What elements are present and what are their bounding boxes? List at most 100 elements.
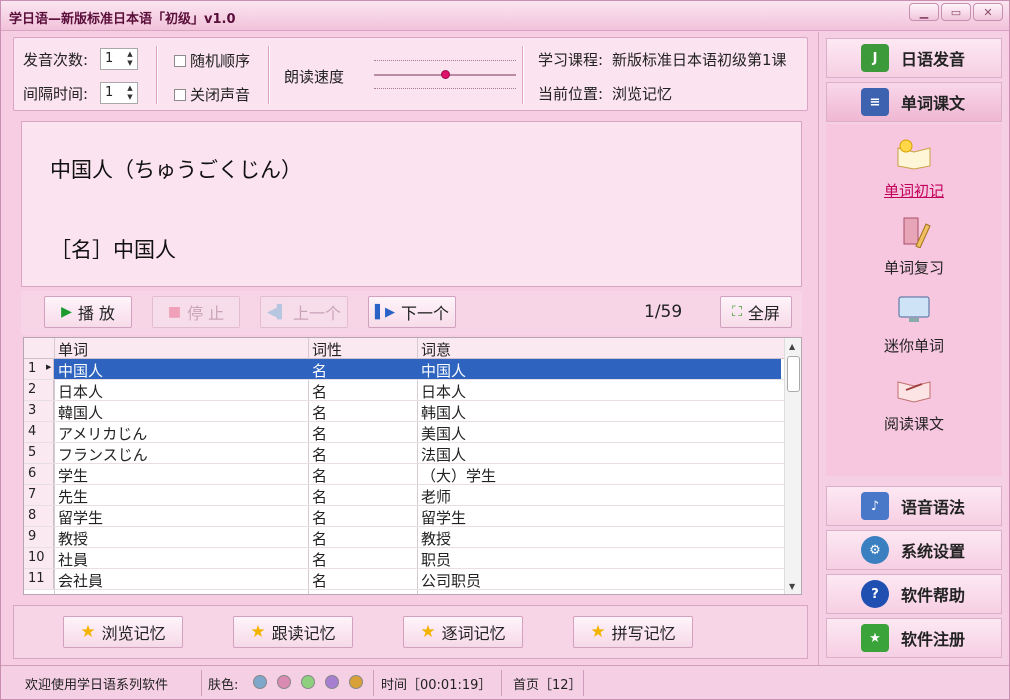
scroll-up-icon[interactable]: ▲: [789, 342, 795, 351]
header-pos[interactable]: 词性: [312, 339, 342, 360]
prev-button[interactable]: ◀▌ 上一个: [260, 296, 348, 328]
table-row[interactable]: 4 アメリカじん 名 美国人: [24, 422, 784, 443]
page-text: 首页［12］: [513, 678, 582, 693]
slider-ticks: [374, 88, 516, 89]
prev-label: 上一个: [292, 304, 341, 323]
spinner-arrows-icon[interactable]: ▲ ▼: [125, 50, 135, 68]
divider: [268, 46, 270, 104]
maximize-button[interactable]: ▭: [941, 3, 971, 21]
skin-swatch[interactable]: [325, 675, 339, 689]
cell-meaning: 日本人: [421, 383, 467, 401]
header-meaning[interactable]: 词意: [421, 339, 451, 360]
cell-pos: 名: [312, 509, 328, 527]
repeat-count-spinner[interactable]: 1 ▲ ▼: [100, 48, 138, 70]
speed-slider[interactable]: [374, 56, 516, 96]
row-number: 4: [24, 422, 54, 442]
nav-vocab-text[interactable]: ≡ 单词课文: [826, 82, 1002, 122]
stop-button[interactable]: ■ 停 止: [152, 296, 240, 328]
cell-pos: 名: [312, 362, 328, 380]
fullscreen-label: 全屏: [747, 304, 780, 323]
word-memory-button[interactable]: ★ 逐词记忆: [403, 616, 523, 648]
table-row[interactable]: 6 学生 名 （大）学生: [24, 464, 784, 485]
scroll-thumb[interactable]: [787, 356, 800, 392]
table-row[interactable]: 9 教授名教授: [24, 527, 784, 548]
table-row[interactable]: 8 留学生名留学生: [24, 506, 784, 527]
nav-grammar[interactable]: ♪ 语音语法: [826, 486, 1002, 526]
star-icon: ★: [80, 622, 96, 642]
word-table[interactable]: 单词 词性 词意 1 ▶ 中国人名中国人 2 日本人名日本人 3 韓国人名韩国人 4 アメリカじ…: [23, 337, 802, 595]
close-button[interactable]: ✕: [973, 3, 1003, 21]
row-number: 5: [24, 443, 54, 463]
status-divider: [583, 670, 584, 696]
play-icon: ▶: [61, 304, 72, 320]
browse-memory-label: 浏览记忆: [101, 624, 166, 643]
divider: [156, 46, 158, 104]
table-row[interactable]: 11 会社員 名 公司职员: [24, 569, 784, 590]
next-label: 下一个: [400, 304, 449, 323]
window-controls: ▁ ▭ ✕: [909, 3, 1003, 21]
follow-memory-label: 跟读记忆: [271, 624, 336, 643]
mute-checkbox[interactable]: 关闭声音: [174, 84, 250, 105]
settings-bar: 发音次数: 1 ▲ ▼ 间隔时间: 1 ▲ ▼ 随机顺序 关闭声音 朗读速度 学习: [13, 37, 808, 111]
cell-pos: 名: [312, 530, 328, 548]
book-pencil-icon: [903, 217, 931, 248]
spell-memory-label: 拼写记忆: [611, 624, 676, 643]
nav-register[interactable]: ★ 软件注册: [826, 618, 1002, 658]
follow-memory-button[interactable]: ★ 跟读记忆: [233, 616, 353, 648]
cell-word: 教授: [58, 530, 89, 548]
spinner-arrows-icon[interactable]: ▲ ▼: [125, 84, 135, 102]
fullscreen-button[interactable]: ⛶ 全屏: [720, 296, 792, 328]
scroll-down-icon[interactable]: ▼: [789, 582, 795, 591]
random-order-checkbox[interactable]: 随机顺序: [174, 50, 250, 71]
fullscreen-icon: ⛶: [732, 304, 742, 320]
cell-word: 社員: [58, 551, 89, 569]
browse-memory-button[interactable]: ★ 浏览记忆: [63, 616, 183, 648]
play-label: 播 放: [77, 304, 115, 323]
table-row[interactable]: 2 日本人名日本人: [24, 380, 784, 401]
sub-first-memory[interactable]: 单词初记: [826, 180, 1002, 201]
table-row[interactable]: 3 韓国人 名 韩国人: [24, 401, 784, 422]
interval-value: 1: [105, 85, 114, 100]
skin-swatch[interactable]: [301, 675, 315, 689]
skin-swatch[interactable]: [277, 675, 291, 689]
play-button[interactable]: ▶ 播 放: [44, 296, 132, 328]
table-scrollbar[interactable]: ▲ ▼: [784, 338, 801, 594]
row-number: 8: [24, 506, 54, 526]
speed-label: 朗读速度: [284, 68, 345, 86]
row-pointer-icon: ▶: [46, 363, 52, 371]
next-button[interactable]: ▌▶ 下一个: [368, 296, 456, 328]
minimize-button[interactable]: ▁: [909, 3, 939, 21]
sub-mini-words[interactable]: 迷你单词: [826, 335, 1002, 356]
sub-read-text[interactable]: 阅读课文: [826, 413, 1002, 434]
cell-word: アメリカじん: [58, 425, 148, 443]
title-bar[interactable]: 学日语—新版标准日本语「初级」v1.0 ▁ ▭ ✕: [1, 1, 1009, 31]
skin-swatch[interactable]: [349, 675, 363, 689]
book-icon: J: [861, 44, 889, 72]
sub-review[interactable]: 单词复习: [826, 257, 1002, 278]
checkbox-box[interactable]: [174, 88, 186, 101]
nav-grammar-label: 语音语法: [901, 498, 966, 517]
slider-thumb[interactable]: [441, 70, 450, 79]
table-row[interactable]: 7 先生 名 老师: [24, 485, 784, 506]
table-row[interactable]: 5 フランスじん 名 法国人: [24, 443, 784, 464]
open-text-icon: [897, 381, 931, 403]
spell-memory-button[interactable]: ★ 拼写记忆: [573, 616, 693, 648]
random-order-label: 随机顺序: [190, 52, 251, 70]
word-counter: 1/59: [644, 302, 683, 322]
table-row[interactable]: 1 ▶ 中国人名中国人: [24, 359, 784, 380]
star-box-icon: ★: [861, 624, 889, 652]
nav-pronunciation[interactable]: J 日语发音: [826, 38, 1002, 78]
interval-spinner[interactable]: 1 ▲ ▼: [100, 82, 138, 104]
course-value: 新版标准日本语初级第1课: [612, 51, 787, 69]
header-word[interactable]: 单词: [58, 339, 88, 360]
window-title: 学日语—新版标准日本语「初级」v1.0: [9, 12, 236, 27]
cell-meaning: 教授: [421, 530, 452, 548]
nav-help[interactable]: ? 软件帮助: [826, 574, 1002, 614]
checkbox-box[interactable]: [174, 54, 186, 67]
star-icon: ★: [250, 622, 266, 642]
cell-meaning: 韩国人: [421, 404, 467, 422]
skin-swatch[interactable]: [253, 675, 267, 689]
nav-settings[interactable]: ⚙ 系统设置: [826, 530, 1002, 570]
table-row[interactable]: 10 社員 名 职员: [24, 548, 784, 569]
cell-meaning: 公司职员: [421, 572, 482, 590]
